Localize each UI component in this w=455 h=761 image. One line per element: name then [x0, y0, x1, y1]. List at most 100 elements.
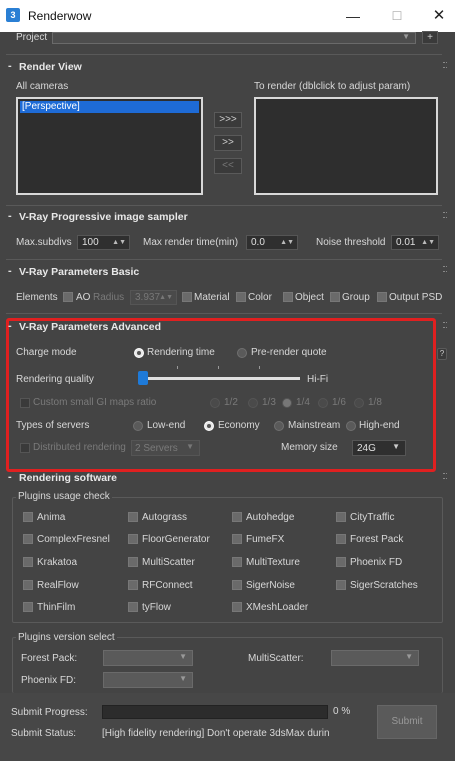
remove-button[interactable]: << [214, 158, 242, 174]
params-advanced-header[interactable]: - V-Ray Parameters Advanced [6, 318, 442, 338]
noise-threshold-label: Noise threshold [316, 237, 386, 248]
anima-checkbox[interactable] [23, 512, 33, 522]
quality-slider-thumb[interactable] [138, 371, 148, 385]
gi-sixth-radio[interactable] [318, 398, 328, 408]
ao-checkbox[interactable] [63, 292, 73, 302]
object-checkbox[interactable] [283, 292, 293, 302]
economy-label: Economy [218, 420, 260, 431]
forest-pack-version-dropdown[interactable]: ▼ [103, 650, 193, 666]
krakatoa-checkbox[interactable] [23, 557, 33, 567]
multiscatter-version-dropdown[interactable]: ▼ [331, 650, 419, 666]
mainstream-label: Mainstream [288, 420, 341, 431]
autohedge-checkbox[interactable] [232, 512, 242, 522]
pre-render-quote-radio[interactable] [237, 348, 247, 358]
add-all-button[interactable]: >>> [214, 112, 242, 128]
project-dropdown[interactable]: ▼ [52, 32, 416, 44]
group-checkbox[interactable] [330, 292, 340, 302]
to-render-list[interactable] [254, 97, 438, 195]
gi-quarter-radio[interactable] [282, 398, 292, 408]
floorgenerator-label: FloorGenerator [142, 534, 210, 545]
citytraffic-checkbox[interactable] [336, 512, 346, 522]
quality-slider-track[interactable] [141, 377, 300, 380]
output-psd-checkbox[interactable] [377, 292, 387, 302]
multitexture-checkbox[interactable] [232, 557, 242, 567]
color-checkbox[interactable] [236, 292, 246, 302]
all-cameras-list[interactable]: [Perspective] [16, 97, 203, 195]
collapse-icon: - [8, 60, 12, 72]
rendering-time-label: Rendering time [147, 347, 215, 358]
low-end-radio[interactable] [133, 421, 143, 431]
memory-size-dropdown[interactable]: 24G ▼ [352, 440, 406, 456]
complexfresnel-checkbox[interactable] [23, 534, 33, 544]
phoenix-fd-version-dropdown[interactable]: ▼ [103, 672, 193, 688]
multiscatter-checkbox[interactable] [128, 557, 138, 567]
gi-half-radio[interactable] [210, 398, 220, 408]
render-view-title: Render View [19, 61, 82, 73]
rfconnect-checkbox[interactable] [128, 580, 138, 590]
material-checkbox[interactable] [182, 292, 192, 302]
minimize-button[interactable]: — [338, 4, 368, 28]
chevron-down-icon: ▼ [179, 674, 187, 683]
window-title: Renderwow [28, 9, 92, 23]
economy-radio[interactable] [204, 421, 214, 431]
forest-pack-checkbox[interactable] [336, 534, 346, 544]
gi-eighth-radio[interactable] [354, 398, 364, 408]
rendering-time-radio[interactable] [134, 348, 144, 358]
divider [6, 313, 442, 314]
gi-ratio-label: Custom small GI maps ratio [33, 397, 157, 408]
max-render-time-label: Max render time(min) [143, 237, 239, 248]
floorgenerator-checkbox[interactable] [128, 534, 138, 544]
sigernoise-checkbox[interactable] [232, 580, 242, 590]
output-psd-label: Output PSD [389, 292, 443, 303]
fumefx-checkbox[interactable] [232, 534, 242, 544]
params-basic-header[interactable]: - V-Ray Parameters Basic [6, 263, 442, 283]
render-view-header[interactable]: - Render View [6, 58, 442, 78]
grip-icon [443, 212, 447, 218]
xmeshloader-checkbox[interactable] [232, 602, 242, 612]
autograss-label: Autograss [142, 512, 188, 523]
realflow-checkbox[interactable] [23, 580, 33, 590]
rendering-quality-label: Rendering quality [16, 374, 94, 385]
high-end-radio[interactable] [346, 421, 356, 431]
pre-render-quote-label: Pre-render quote [251, 347, 327, 358]
multitexture-label: MultiTexture [246, 557, 300, 568]
distributed-rendering-checkbox[interactable] [20, 443, 30, 453]
tyflow-label: tyFlow [142, 602, 171, 613]
submit-button[interactable]: Submit [377, 705, 437, 739]
distributed-servers-value: 2 Servers [135, 443, 178, 454]
max-render-time-spinner[interactable]: 0.0 ▲▼ [246, 235, 298, 250]
title-bar: 3 Renderwow — ☐ ✕ [0, 0, 455, 32]
sigerscratches-checkbox[interactable] [336, 580, 346, 590]
thinfilm-checkbox[interactable] [23, 602, 33, 612]
list-item[interactable]: [Perspective] [20, 101, 199, 113]
add-button[interactable]: >> [214, 135, 242, 151]
radius-label: Radius [93, 292, 125, 303]
spinner-arrows-icon: ▲▼ [421, 239, 435, 246]
radius-spinner[interactable]: 3.937 ▲▼ [130, 290, 177, 305]
autograss-checkbox[interactable] [128, 512, 138, 522]
max-subdivs-spinner[interactable]: 100 ▲▼ [77, 235, 130, 250]
krakatoa-label: Krakatoa [37, 557, 78, 568]
gi-third-radio[interactable] [248, 398, 258, 408]
maximize-button[interactable]: ☐ [382, 4, 412, 28]
tyflow-checkbox[interactable] [128, 602, 138, 612]
memory-size-label: Memory size [281, 442, 338, 453]
gi-ratio-checkbox[interactable] [20, 398, 30, 408]
mainstream-radio[interactable] [274, 421, 284, 431]
help-button[interactable]: ? [437, 348, 447, 360]
close-button[interactable]: ✕ [424, 4, 454, 28]
project-add-button[interactable]: + [422, 31, 438, 44]
rfconnect-label: RFConnect [142, 580, 193, 591]
noise-threshold-spinner[interactable]: 0.01 ▲▼ [391, 235, 439, 250]
xmeshloader-label: XMeshLoader [246, 602, 309, 613]
multiscatter-version-label: MultiScatter: [248, 653, 304, 664]
divider [6, 259, 442, 260]
group-label: Group [342, 292, 370, 303]
phoenix-fd-checkbox[interactable] [336, 557, 346, 567]
software-header[interactable]: - Rendering software [6, 469, 442, 489]
sampler-header[interactable]: - V-Ray Progressive image sampler [6, 208, 442, 228]
app-icon: 3 [6, 8, 20, 22]
distributed-servers-dropdown[interactable]: 2 Servers ▼ [131, 440, 200, 456]
divider [6, 205, 442, 206]
forest-pack-version-label: Forest Pack: [21, 653, 78, 664]
